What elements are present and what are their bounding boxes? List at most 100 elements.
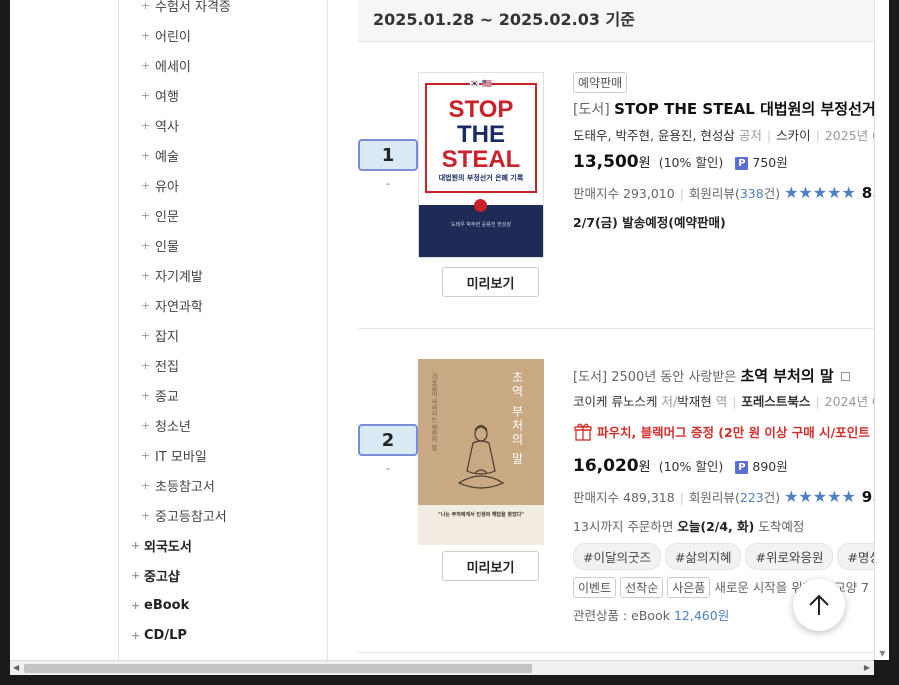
book-price: 16,020 xyxy=(573,456,639,476)
date-range-bar: 2025.01.28 ~ 2025.02.03 기준 xyxy=(358,0,874,42)
plus-icon: + xyxy=(141,88,151,102)
plus-icon: + xyxy=(131,598,141,612)
sidebar-item[interactable]: + 어린이 xyxy=(141,25,191,45)
horizontal-scrollbar[interactable]: ◀ ▶ xyxy=(10,660,874,675)
sidebar-item[interactable]: + 수험서 자격증 xyxy=(141,0,231,15)
hashtag[interactable]: #삶의지혜 xyxy=(664,543,742,570)
event-link[interactable]: 새로운 시작을 위한 ... 교양 7 xyxy=(714,580,869,595)
star-rating-icon: ★★★★★ xyxy=(784,183,856,202)
book-cover[interactable]: 🇰🇷 🇺🇸 STOP THE STEAL 대법원의 부정선거 은폐 기록 도태우… xyxy=(418,72,544,258)
plus-icon: + xyxy=(141,508,151,522)
sidebar-item[interactable]: + 인문 xyxy=(141,205,179,225)
sidebar-item[interactable]: + 잡지 xyxy=(141,325,179,345)
book-publisher[interactable]: 스카이 xyxy=(776,128,811,143)
plus-icon: + xyxy=(141,388,151,402)
sidebar-item[interactable]: + 자연과학 xyxy=(141,295,203,315)
stats-row: 판매지수 293,010|회원리뷰(338건) ★★★★★8.8 xyxy=(573,183,874,202)
book-meta-row: 코이케 류노스케 저/박재현 역|포레스트북스|2024년 0 xyxy=(573,394,874,409)
star-rating-icon: ★★★★★ xyxy=(784,487,856,506)
rating-score: 9.5 xyxy=(861,488,874,506)
review-count[interactable]: 223 xyxy=(740,490,764,505)
divider xyxy=(358,652,874,653)
hashtag[interactable]: #명상 xyxy=(837,543,874,570)
gift-icon xyxy=(574,423,592,441)
sidebar-item[interactable]: + 여행 xyxy=(141,85,179,105)
plus-icon: + xyxy=(131,538,141,552)
plus-icon: + xyxy=(141,358,151,372)
rank-badge: 2 xyxy=(358,424,418,456)
vertical-scrollbar[interactable]: ▼ xyxy=(874,0,889,660)
scrollbar-thumb[interactable] xyxy=(24,664,532,673)
hashtag[interactable]: #이달의굿즈 xyxy=(573,543,661,570)
event-tag: 선착순 xyxy=(620,577,664,598)
hashtag[interactable]: #위로와응원 xyxy=(745,543,834,570)
category-sidebar: + 수험서 자격증 + 어린이 + 에세이 + 여행 + 역사 + 예술 + 유아 + 인문 +… xyxy=(118,0,328,660)
sidebar-item[interactable]: + 예술 xyxy=(141,145,179,165)
plus-icon: + xyxy=(141,58,151,72)
sidebar-category[interactable]: + 외국도서 xyxy=(131,535,192,555)
sidebar-item[interactable]: + 종교 xyxy=(141,385,179,405)
stats-row: 판매지수 489,318|회원리뷰(223건) ★★★★★9.5 xyxy=(573,487,874,506)
plus-icon: + xyxy=(141,238,151,252)
sidebar-item[interactable]: + 중고등참고서 xyxy=(141,505,227,525)
sidebar-item[interactable]: + 청소년 xyxy=(141,415,191,435)
new-window-icon[interactable] xyxy=(840,372,850,381)
preview-button[interactable]: 미리보기 xyxy=(442,267,539,297)
page-viewport: + 수험서 자격증 + 어린이 + 에세이 + 여행 + 역사 + 예술 + 유아 + 인문 +… xyxy=(10,0,874,660)
plus-icon: + xyxy=(141,28,151,42)
event-tag: 사은품 xyxy=(667,577,711,598)
preview-button[interactable]: 미리보기 xyxy=(442,551,539,581)
book-translator[interactable]: 박재현 xyxy=(677,394,712,409)
plus-icon: + xyxy=(141,418,151,432)
back-to-top-button[interactable] xyxy=(793,579,845,631)
event-tag: 이벤트 xyxy=(573,577,617,598)
sidebar-item[interactable]: + 에세이 xyxy=(141,55,191,75)
hashtag-list: #이달의굿즈#삶의지혜#위로와응원#명상 xyxy=(573,543,874,570)
sidebar-item[interactable]: + 역사 xyxy=(141,115,179,135)
buddha-illustration xyxy=(457,424,505,489)
gift-promo[interactable]: 파우치, 블랙머그 증정 (2만 원 이상 구매 시/포인트 xyxy=(573,422,870,442)
sidebar-item[interactable]: + 전집 xyxy=(141,355,179,375)
book-price: 13,500 xyxy=(573,152,639,172)
divider xyxy=(358,328,874,329)
plus-icon: + xyxy=(131,628,141,642)
plus-icon: + xyxy=(141,478,151,492)
sidebar-item[interactable]: + 자기계발 xyxy=(141,265,203,285)
sidebar-item[interactable]: + 유아 xyxy=(141,175,179,195)
book-publisher[interactable]: 포레스트북스 xyxy=(741,394,810,409)
sidebar-category[interactable]: + 중고샵 xyxy=(131,565,180,585)
sidebar-category[interactable]: + eBook xyxy=(131,595,189,615)
book-title[interactable]: STOP THE STEAL 대법원의 부정선거 은폐 xyxy=(614,100,874,118)
date-range: 2025.01.28 ~ 2025.02.03 기준 xyxy=(373,10,635,29)
preorder-badge: 예약판매 xyxy=(573,72,628,93)
book-meta-row: 도태우, 박주현, 윤용진, 현성삼 공저|스카이|2025년 01 xyxy=(573,128,874,143)
book-title-row: [도서] 2500년 동안 사랑받은 초역 부처의 말 xyxy=(573,365,850,386)
sidebar-item[interactable]: + IT 모바일 xyxy=(141,445,207,465)
rank-badge: 1 xyxy=(358,139,418,171)
book-title[interactable]: 초역 부처의 말 xyxy=(740,367,833,385)
book-authors[interactable]: 코이케 류노스케 xyxy=(573,394,657,409)
book-cover[interactable]: 초역 부처의 말 괴로움이 사라지는 평안의 말 "나는 부처에게서 인생의 해… xyxy=(418,359,544,545)
point-icon: P xyxy=(735,157,749,170)
review-count[interactable]: 338 xyxy=(740,186,764,201)
sidebar-category[interactable]: + CD/LP xyxy=(131,625,187,645)
book-authors[interactable]: 도태우, 박주현, 윤용진, 현성삼 xyxy=(573,128,735,143)
sidebar-item[interactable]: + 초등참고서 xyxy=(141,475,215,495)
rank-change: - xyxy=(386,462,390,475)
plus-icon: + xyxy=(141,208,151,222)
related-product: 관련상품 : eBook 12,460원 xyxy=(573,608,730,623)
sidebar-item[interactable]: + 인물 xyxy=(141,235,179,255)
plus-icon: + xyxy=(141,328,151,342)
related-ebook-price[interactable]: 12,460원 xyxy=(674,608,729,623)
scroll-left-arrow-icon[interactable]: ◀ xyxy=(13,663,19,672)
scroll-right-arrow-icon[interactable]: ▶ xyxy=(864,663,870,672)
delivery-info: 2/7(금) 발송예정(예약판매) xyxy=(573,215,726,230)
plus-icon: + xyxy=(141,178,151,192)
scroll-down-arrow-icon[interactable]: ▼ xyxy=(875,649,890,658)
plus-icon: + xyxy=(141,298,151,312)
bestseller-list: 2025.01.28 ~ 2025.02.03 기준 1 - 🇰🇷 🇺🇸 STO… xyxy=(358,0,874,660)
plus-icon: + xyxy=(141,268,151,282)
plus-icon: + xyxy=(141,118,151,132)
plus-icon: + xyxy=(141,148,151,162)
book-title-row: [도서] STOP THE STEAL 대법원의 부정선거 은폐 xyxy=(573,98,874,119)
